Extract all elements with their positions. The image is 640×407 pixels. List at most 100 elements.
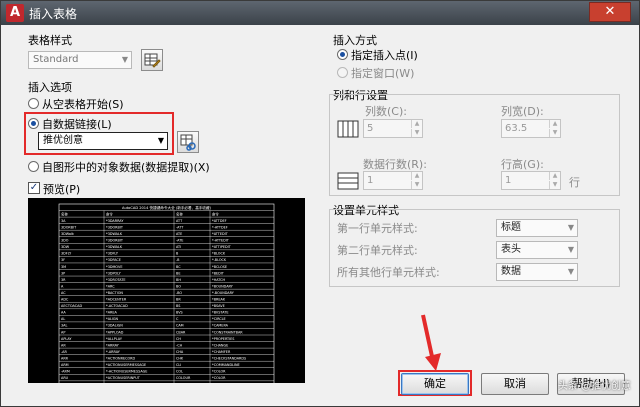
cancel-button[interactable]: 取消 bbox=[481, 373, 549, 395]
preview-table-cell: -ARM bbox=[61, 370, 70, 374]
first-row-style-select[interactable]: 标题 ▼ bbox=[496, 219, 578, 237]
radio-empty-table[interactable] bbox=[28, 98, 39, 109]
radio-insert-window[interactable] bbox=[337, 67, 348, 78]
column-width-value: 63.5 bbox=[505, 123, 528, 134]
autocad-logo-icon: A bbox=[6, 4, 24, 22]
preview-table-cell: *ATTDEF bbox=[212, 219, 227, 223]
dialog-title: 插入表格 bbox=[29, 7, 78, 21]
preview-table-cell: -B bbox=[176, 258, 180, 262]
watermark-text: 头条 @推优创意 bbox=[557, 381, 631, 392]
preview-table-cell: *COLOR bbox=[212, 376, 226, 380]
preview-header-cell: 名称 bbox=[61, 211, 68, 216]
preview-table-cell: *ARRAY bbox=[106, 343, 120, 347]
preview-table-cell: -ATT bbox=[176, 225, 184, 229]
preview-table-cell: 3DO bbox=[61, 239, 69, 243]
preview-table-cell: BR bbox=[176, 298, 181, 302]
other-rows-style-select[interactable]: 数据 ▼ bbox=[496, 263, 578, 281]
columns-label: 列数(C): bbox=[365, 105, 407, 118]
spinner-up-icon[interactable]: ▲ bbox=[411, 172, 422, 180]
preview-table-cell: *PROPERTIES bbox=[212, 337, 234, 341]
radio-drawing-data-label: 自图形中的对象数据(数据提取)(X) bbox=[42, 161, 210, 174]
second-row-style-value: 表头 bbox=[501, 244, 521, 255]
data-rows-spinner[interactable]: 1 ▲ ▼ bbox=[363, 171, 423, 190]
insert-method-heading: 插入方式 bbox=[333, 34, 377, 47]
row-height-spinner[interactable]: 1 ▲ ▼ bbox=[501, 171, 561, 190]
preview-table-cell: *BVSTATE bbox=[212, 311, 228, 315]
spinner-down-icon[interactable]: ▼ bbox=[549, 129, 560, 137]
radio-data-link-label: 自数据链接(L) bbox=[42, 118, 112, 131]
annotation-arrow-icon bbox=[421, 314, 441, 371]
preview-table-cell: *ACTIONUSERMESSAGE bbox=[106, 363, 146, 367]
chevron-down-icon: ▼ bbox=[567, 245, 574, 254]
preview-table-cell: *ALIGN bbox=[106, 317, 119, 321]
preview-table-cell: *AREA bbox=[106, 311, 118, 315]
preview-label: 预览(P) bbox=[43, 183, 81, 196]
preview-table-cell: *3DFACE bbox=[106, 258, 121, 262]
spinner-up-icon[interactable]: ▲ bbox=[411, 120, 422, 128]
preview-table-cell: *-ACTIONUSERMESSAGE bbox=[106, 370, 147, 374]
data-rows-label: 数据行数(R): bbox=[363, 158, 427, 171]
preview-table-cell: AECTOACAD bbox=[61, 304, 82, 308]
table-style-dialog-button[interactable] bbox=[141, 49, 163, 71]
data-link-value: 推优创意 bbox=[43, 135, 83, 146]
preview-table-cell: BVS bbox=[176, 311, 183, 315]
preview-table-cell: -ATE bbox=[176, 239, 183, 243]
preview-table-cell: ADC bbox=[61, 298, 69, 302]
preview-table-cell: ATE bbox=[176, 232, 182, 236]
preview-table-cell: -AR bbox=[61, 350, 67, 354]
preview-table-cell: *CONSTRAINTBAR bbox=[212, 330, 243, 334]
preview-header-cell: 名称 bbox=[176, 211, 183, 216]
preview-table-cell: ARU bbox=[61, 376, 69, 380]
preview-table-cell: COL bbox=[176, 370, 183, 374]
data-link-manager-button[interactable] bbox=[177, 131, 199, 153]
spinner-up-icon[interactable]: ▲ bbox=[549, 120, 560, 128]
table-style-select[interactable]: Standard ▼ bbox=[28, 51, 132, 69]
columns-value: 5 bbox=[367, 123, 374, 134]
spinner-down-icon[interactable]: ▼ bbox=[411, 181, 422, 189]
preview-table-cell: *-BLOCK bbox=[212, 258, 227, 262]
preview-table-cell: *3DORBIT bbox=[106, 225, 124, 229]
preview-table-cell: *ATTIPEDIT bbox=[212, 245, 232, 249]
preview-table-cell: *ADCENTER bbox=[106, 298, 127, 302]
preview-table-cell: AR bbox=[61, 343, 66, 347]
preview-table-cell: CAM bbox=[176, 324, 184, 328]
preview-table-cell: *ACTIONRECORD bbox=[106, 356, 135, 360]
preview-table-cell: *CAMERA bbox=[212, 324, 229, 328]
columns-spinner[interactable]: 5 ▲ ▼ bbox=[363, 119, 423, 138]
data-link-select[interactable]: 推优创意 ▼ bbox=[38, 132, 168, 150]
preview-table-cell: BS bbox=[176, 304, 180, 308]
table-edit-icon bbox=[144, 53, 161, 68]
radio-drawing-data[interactable] bbox=[28, 161, 39, 172]
spinner-down-icon[interactable]: ▼ bbox=[549, 181, 560, 189]
preview-table-cell: *ATTEDIT bbox=[212, 232, 229, 236]
row-height-unit: 行 bbox=[569, 176, 580, 189]
preview-checkbox[interactable]: ✓ bbox=[28, 182, 40, 194]
data-link-icon bbox=[180, 134, 196, 151]
close-button[interactable]: ✕ bbox=[589, 2, 631, 22]
preview-table-cell: *CHAMFER bbox=[212, 350, 231, 354]
preview-header-cell: 命令 bbox=[106, 211, 113, 216]
preview-table-cell: *HATCH bbox=[212, 278, 226, 282]
radio-data-link[interactable] bbox=[28, 118, 39, 129]
preview-table-cell: 3P bbox=[61, 271, 65, 275]
preview-table-cell: -BO bbox=[176, 291, 182, 295]
ok-button[interactable]: 确定 bbox=[401, 373, 469, 395]
preview-table-cell: 3DORBIT bbox=[61, 225, 77, 229]
spinner-up-icon[interactable]: ▲ bbox=[549, 172, 560, 180]
chevron-down-icon: ▼ bbox=[567, 223, 574, 232]
preview-table-cell: *3DPOLY bbox=[106, 271, 122, 275]
second-row-style-select[interactable]: 表头 ▼ bbox=[496, 241, 578, 259]
column-width-spinner[interactable]: 63.5 ▲ ▼ bbox=[501, 119, 561, 138]
preview-table-cell: ARM bbox=[61, 363, 69, 367]
spinner-down-icon[interactable]: ▼ bbox=[411, 129, 422, 137]
column-width-label: 列宽(D): bbox=[501, 105, 544, 118]
radio-insert-point[interactable] bbox=[337, 49, 348, 60]
preview-table-cell: BH bbox=[176, 278, 181, 282]
preview-header-cell: 命令 bbox=[212, 211, 219, 216]
preview-table-cell: *ARC bbox=[106, 284, 115, 288]
preview-table-cell: *3DWALK bbox=[106, 232, 123, 236]
preview-table-cell: *-ATTDEF bbox=[212, 225, 228, 229]
preview-table-cell: *-ACTOACAD bbox=[106, 304, 128, 308]
first-row-style-label: 第一行单元样式: bbox=[337, 222, 418, 235]
preview-table-cell: *-ARRAY bbox=[106, 350, 121, 354]
